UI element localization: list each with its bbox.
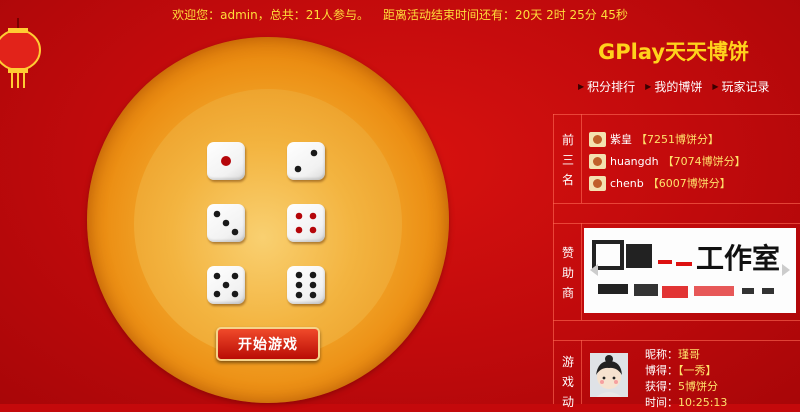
die-6 [287,266,325,304]
die-pip [231,272,239,280]
menu-item-player-records[interactable]: ▶ 玩家记录 [712,78,769,95]
arrow-right-icon: ▶ [712,82,719,91]
result-label: 博得： [645,364,678,377]
die-pip [213,272,221,280]
menu-label: 积分排行 [587,80,636,94]
panel-divider [553,223,800,224]
lantern-icon [0,18,41,88]
die-pip [295,281,303,289]
player-activity-info: 昵称：瑾哥 博得：【一秀】 获得：5博饼分 时间：10:25:13 [645,347,727,411]
menu-label: 玩家记录 [721,80,770,94]
die-2 [287,142,325,180]
section-label-activity: 游戏动 [561,355,574,409]
player-avatar [590,353,628,397]
panel-divider [553,340,800,341]
die-pip [231,228,239,236]
gain-value: 5博饼分 [678,380,718,393]
die-4 [287,204,325,242]
menu-item-rankings[interactable]: ▶ 积分排行 [578,78,635,95]
menu-item-my-game[interactable]: ▶ 我的博饼 [645,78,702,95]
die-pip [309,212,317,220]
die-pip [309,226,317,234]
brand-title: GPlay天天博饼 [598,40,750,64]
die-pip [221,156,231,166]
game-stage: 欢迎您：admin，总共：21人参与。 距离活动结束时间还有： 20天 2时 2… [0,0,800,409]
rank-avatar-icon [589,131,606,147]
die-3 [207,204,245,242]
rank-avatar-icon [589,153,606,169]
die-pip [295,226,303,234]
countdown-value: 20天 2时 25分 45秒 [515,7,628,22]
sponsor-text: 工作室 [696,242,780,275]
die-pip [310,149,318,157]
countdown-label: 距离活动结束时间还有： [382,7,515,22]
sponsor-banner[interactable]: 工作室 [584,228,796,313]
start-game-button[interactable]: 开始游戏 [216,327,320,361]
result-value: 【一秀】 [678,364,717,377]
panel-divider [553,320,800,321]
die-pip [222,219,230,227]
rank-avatar-icon [589,175,606,191]
rank-name: chenb [610,176,644,190]
nickname-label: 昵称： [645,348,678,361]
die-pip [213,290,221,298]
rank-row[interactable]: chenb 【6007博饼分】 [589,175,731,191]
panel-divider [553,114,800,115]
die-5 [207,266,245,304]
die-pip [231,290,239,298]
die-pip [295,291,303,299]
die-pip [222,281,230,289]
arrow-right-icon: ▶ [645,82,652,91]
rank-row[interactable]: 紫皇 【7251博饼分】 [589,131,719,147]
rank-name: 紫皇 [610,133,632,146]
gain-label: 获得： [645,380,678,393]
rank-score: 【7251博饼分】 [636,133,719,146]
panel-divider [553,203,800,204]
menu-label: 我的博饼 [654,80,703,94]
arrow-right-icon: ▶ [578,82,585,91]
die-pip [295,212,303,220]
panel-divider [581,340,582,404]
nickname-value: 瑾哥 [678,348,700,361]
rank-name: huangdh [610,154,659,168]
die-pip [309,281,317,289]
time-label: 时间： [645,396,678,409]
welcome-text: 欢迎您：admin，总共：21人参与。 [172,7,369,22]
panel-divider [581,223,582,320]
rank-score: 【6007博饼分】 [647,177,731,190]
die-pip [309,271,317,279]
rank-score: 【7074博饼分】 [662,155,746,168]
die-1 [207,142,245,180]
die-pip [295,271,303,279]
section-label-sponsor: 赞助商 [561,246,574,300]
top-info-bar: 欢迎您：admin，总共：21人参与。 距离活动结束时间还有： 20天 2时 2… [0,0,800,28]
die-pip [213,210,221,218]
time-value: 10:25:13 [678,396,728,409]
top-menu: ▶ 积分排行 ▶ 我的博饼 ▶ 玩家记录 [578,78,770,95]
panel-divider [581,114,582,203]
section-label-top3: 前三名 [561,133,574,187]
die-pip [309,291,317,299]
rank-row[interactable]: huangdh 【7074博饼分】 [589,153,746,169]
die-pip [294,165,302,173]
panel-divider [553,114,554,404]
